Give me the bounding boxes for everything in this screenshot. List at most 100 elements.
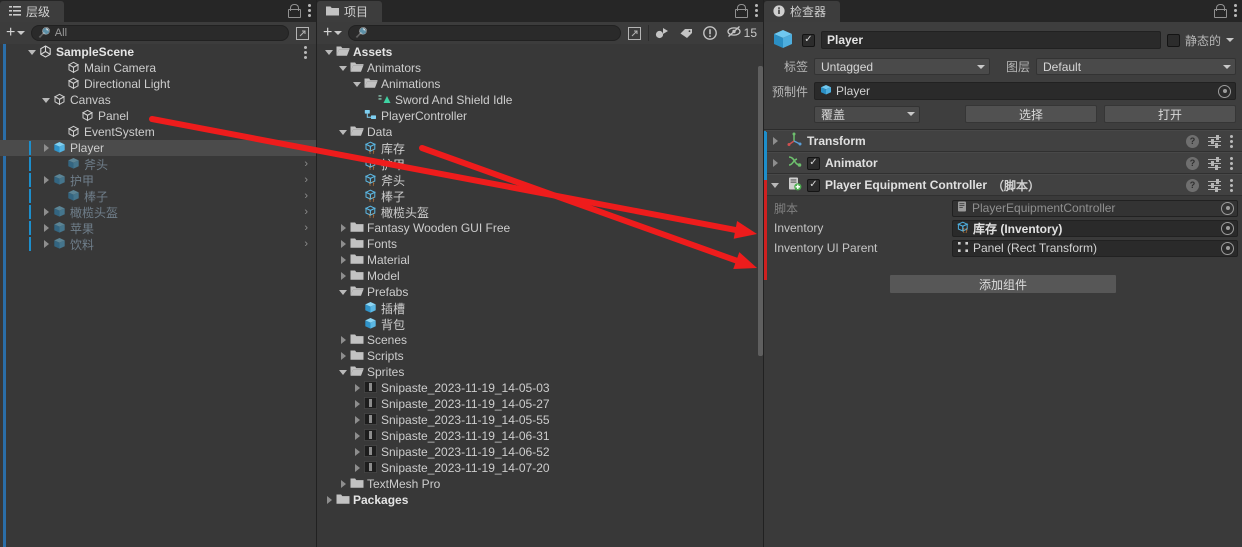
static-dropdown-icon[interactable] [1226,38,1234,42]
expand-toggle[interactable] [40,176,52,184]
expand-arrow-icon[interactable] [340,272,346,280]
lock-icon[interactable] [735,4,748,18]
object-picker-icon[interactable] [1218,84,1231,98]
expand-toggle[interactable] [26,49,38,55]
object-picker-icon[interactable] [1221,221,1234,235]
expand-arrow-icon[interactable] [340,336,346,344]
expand-toggle[interactable] [351,432,363,440]
expand-arrow-icon[interactable] [43,224,49,232]
component-menu-icon[interactable] [1230,134,1234,148]
inspector-menu-icon[interactable] [1234,3,1238,17]
chevron-right-icon[interactable]: › [304,174,308,186]
expand-toggle[interactable] [337,369,349,375]
component-enabled-checkbox[interactable]: ✓ [807,178,820,192]
expand-arrow-icon[interactable] [354,432,360,440]
expand-toggle[interactable] [323,49,335,55]
select-prefab-button[interactable]: 选择 [965,105,1098,123]
hierarchy-row[interactable]: 橄榄头盔 › [0,204,316,220]
hierarchy-row[interactable]: EventSystem [0,124,316,140]
project-row[interactable]: {} 棒子 [317,188,763,204]
help-icon[interactable]: ? [1186,134,1199,148]
component-header-player-equipment-controller[interactable]: ✓ Player Equipment Controller （脚本） ? [764,174,1242,196]
create-gameobject-button[interactable]: + [3,25,28,42]
component-header-transform[interactable]: Transform ? [764,130,1242,152]
hierarchy-row[interactable]: Directional Light [0,76,316,92]
chevron-right-icon[interactable]: › [304,206,308,218]
project-search-input[interactable]: 🔍 [348,25,621,41]
hierarchy-search-input[interactable]: 🔍 All [31,25,289,41]
expand-toggle[interactable] [337,129,349,135]
tab-hierarchy[interactable]: 层级 [0,1,65,22]
project-row[interactable]: Fantasy Wooden GUI Free [317,220,763,236]
expand-toggle[interactable] [40,224,52,232]
collapse-arrow-icon[interactable] [28,49,36,55]
expand-toggle[interactable] [337,224,349,232]
expand-toggle[interactable] [337,65,349,71]
project-row[interactable]: Scripts [317,348,763,364]
expand-toggle[interactable] [337,336,349,344]
expand-toggle[interactable] [40,208,52,216]
project-row[interactable]: Sprites [317,364,763,380]
search-by-type-icon[interactable] [652,24,673,42]
component-menu-icon[interactable] [1230,178,1234,192]
project-row[interactable]: Animations [317,76,763,92]
chevron-right-icon[interactable]: › [304,190,308,202]
project-scrollbar[interactable] [758,66,763,547]
collapse-arrow-icon[interactable] [339,65,347,71]
hierarchy-search-options-button[interactable] [292,24,313,42]
collapse-arrow-icon[interactable] [325,49,333,55]
expand-toggle[interactable] [337,272,349,280]
expand-arrow-icon[interactable] [354,384,360,392]
project-row[interactable]: Snipaste_2023-11-19_14-05-27 [317,396,763,412]
project-row[interactable]: Snipaste_2023-11-19_14-06-31 [317,428,763,444]
project-tree[interactable]: Assets Animators Animations Sword And Shiel… [317,44,763,547]
object-picker-icon[interactable] [1221,241,1234,255]
project-row[interactable]: Snipaste_2023-11-19_14-05-55 [317,412,763,428]
static-checkbox[interactable] [1166,33,1180,47]
project-row[interactable]: {} 橄榄头盔 [317,204,763,220]
project-row[interactable]: Sword And Shield Idle [317,92,763,108]
expand-toggle[interactable] [351,384,363,392]
project-row[interactable]: {} 斧头 [317,172,763,188]
inventory-ui-parent-object-field[interactable]: Panel (Rect Transform) [952,239,1238,257]
project-row[interactable]: Snipaste_2023-11-19_14-07-20 [317,460,763,476]
expand-toggle[interactable] [337,480,349,488]
hierarchy-row[interactable]: Canvas [0,92,316,108]
expand-arrow-icon[interactable] [43,240,49,248]
project-row[interactable]: Fonts [317,236,763,252]
expand-toggle[interactable] [351,400,363,408]
expand-toggle[interactable] [337,352,349,360]
component-enabled-checkbox[interactable]: ✓ [807,156,820,170]
project-row[interactable]: 背包 [317,316,763,332]
project-row[interactable]: Data [317,124,763,140]
expand-arrow-icon[interactable] [354,416,360,424]
project-row[interactable]: Snipaste_2023-11-19_14-06-52 [317,444,763,460]
hierarchy-row[interactable]: 饮料 › [0,236,316,252]
hierarchy-row[interactable]: 斧头 › [0,156,316,172]
gameobject-name-field[interactable]: Player [821,31,1161,49]
expand-arrow-icon[interactable] [354,400,360,408]
add-component-button[interactable]: 添加组件 [889,274,1117,294]
hierarchy-row[interactable]: Panel [0,108,316,124]
overrides-dropdown[interactable]: 覆盖 [814,105,921,123]
prefab-object-field[interactable]: Player [814,82,1236,100]
expand-arrow-icon[interactable] [772,159,778,167]
expand-arrow-icon[interactable] [340,256,346,264]
expand-arrow-icon[interactable] [340,352,346,360]
expand-arrow-icon[interactable] [354,448,360,456]
project-menu-icon[interactable] [755,3,759,17]
component-menu-icon[interactable] [1230,156,1234,170]
tag-dropdown[interactable]: Untagged [814,58,990,75]
hierarchy-menu-icon[interactable] [308,3,312,17]
expand-arrow-icon[interactable] [326,496,332,504]
project-row[interactable]: Scenes [317,332,763,348]
project-row[interactable]: {} 护甲 [317,156,763,172]
hidden-packages-button[interactable]: 15 [724,24,760,42]
chevron-right-icon[interactable]: › [304,238,308,250]
gameobject-enabled-checkbox[interactable]: ✓ [802,33,815,47]
inventory-object-field[interactable]: {} 库存 (Inventory) [952,219,1238,237]
expand-arrow-icon[interactable] [43,144,49,152]
expand-toggle[interactable] [40,240,52,248]
lock-icon[interactable] [288,4,301,18]
project-row[interactable]: Assets [317,44,763,60]
